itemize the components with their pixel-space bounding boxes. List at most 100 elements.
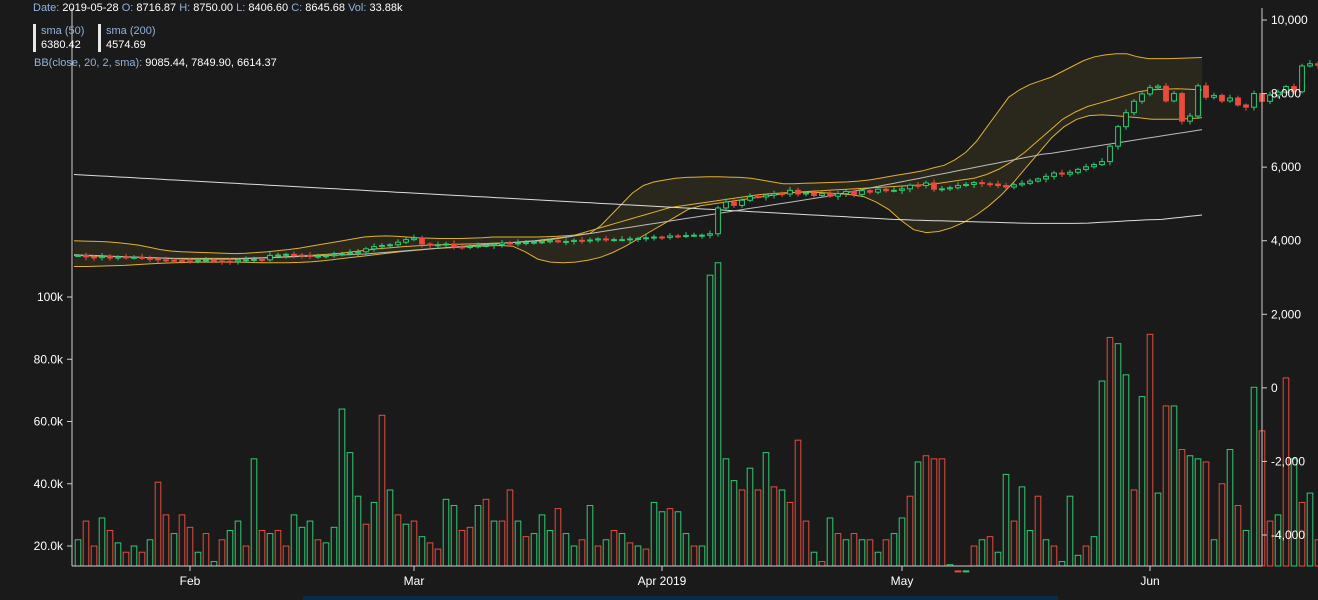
volume-bar xyxy=(450,505,458,567)
volume-bar xyxy=(490,520,498,567)
volume-bar xyxy=(466,526,474,567)
candle-body xyxy=(523,242,529,245)
volume-bar xyxy=(114,542,122,567)
sma200-value: 4574.69 xyxy=(106,39,146,51)
volume-bar xyxy=(530,533,538,567)
candle-body xyxy=(923,182,929,187)
candle-body xyxy=(131,256,137,259)
volume-bar xyxy=(954,570,962,573)
candle-body xyxy=(1163,85,1169,102)
volume-bar xyxy=(194,551,202,567)
price-volume-chart[interactable]: 10,000 8,000 6,000 4,000 2,000 0 -2,000 -4,000 1… xyxy=(0,0,1318,600)
close-value: 8645.68 xyxy=(305,2,346,14)
volume-bar xyxy=(322,542,330,567)
volume-bar xyxy=(1010,520,1018,567)
volume-bar xyxy=(786,501,794,567)
volume-bar xyxy=(234,520,242,567)
candle-body xyxy=(651,236,657,239)
candle-body xyxy=(251,258,257,261)
sma200-name: sma (200) xyxy=(106,25,156,37)
sma50-name: sma (50) xyxy=(41,25,85,37)
volume-bar xyxy=(802,520,810,567)
candle-body xyxy=(155,258,161,261)
candle-body xyxy=(491,243,497,246)
candle-body xyxy=(811,192,817,196)
candle-body xyxy=(675,235,681,238)
candle-body xyxy=(91,256,97,259)
candle-body xyxy=(931,182,937,190)
candle-body xyxy=(531,241,537,244)
right-tick-label: 8,000 xyxy=(1271,87,1301,101)
candle-body xyxy=(147,257,153,260)
candle-body xyxy=(851,190,857,195)
candle-body xyxy=(683,235,689,238)
volume-bar xyxy=(962,570,970,573)
volume-bar xyxy=(1242,529,1250,567)
sma200-legend[interactable]: sma (200) 4574.69 xyxy=(98,24,156,52)
volume-bar xyxy=(218,539,226,567)
candle-body xyxy=(299,254,305,257)
volume-bar xyxy=(882,539,890,567)
candle-body xyxy=(187,260,193,263)
volume-bar xyxy=(570,545,578,567)
low-label: L: xyxy=(236,2,246,14)
candle-body xyxy=(1003,185,1009,188)
volume-bar xyxy=(298,526,306,567)
volume-bar xyxy=(546,529,554,567)
x-tick-label: Jun xyxy=(1140,574,1159,588)
open-label: O: xyxy=(121,2,134,14)
volume-bar xyxy=(842,539,850,567)
candle-body xyxy=(467,246,473,249)
volume-bar xyxy=(1170,405,1178,567)
sma50-value: 6380.42 xyxy=(41,39,81,51)
volume-bar xyxy=(794,439,802,567)
volume-bar xyxy=(642,548,650,567)
candle-body xyxy=(363,248,369,253)
volume-bar xyxy=(1226,449,1234,567)
candle-body xyxy=(499,242,505,245)
candle-body xyxy=(1147,87,1153,95)
right-tick-label: -4,000 xyxy=(1271,528,1305,542)
candle-body xyxy=(883,188,889,192)
date-label: Date: xyxy=(33,2,60,14)
candle-body xyxy=(315,255,321,258)
volume-bar xyxy=(970,545,978,567)
volume-bar xyxy=(1218,483,1226,567)
volume-bar xyxy=(538,514,546,567)
volume-bar xyxy=(1210,539,1218,567)
scroll-strip[interactable] xyxy=(303,596,1058,600)
candle-body xyxy=(427,243,433,246)
candle-body xyxy=(1043,175,1049,180)
bollinger-bands xyxy=(73,53,1203,267)
vol-label: Vol: xyxy=(348,2,367,14)
volume-bar xyxy=(1058,561,1066,567)
candle-body xyxy=(539,241,545,244)
candle-body xyxy=(723,201,729,209)
volume-bar xyxy=(82,520,90,567)
volume-bar xyxy=(578,539,586,567)
candle-body xyxy=(227,260,233,263)
volume-bar xyxy=(986,536,994,567)
candle-body xyxy=(1083,166,1089,170)
volume-bar xyxy=(1082,545,1090,567)
candle-body xyxy=(75,254,81,257)
candle-body xyxy=(891,189,897,192)
volume-bar xyxy=(370,501,378,567)
candle-body xyxy=(99,256,105,259)
volume-bar xyxy=(1178,449,1186,567)
sma50-legend[interactable]: sma (50) 6380.42 xyxy=(33,24,84,52)
candle-body xyxy=(731,201,737,206)
candle-body xyxy=(563,240,569,243)
candle-body xyxy=(827,193,833,197)
candle-body xyxy=(667,235,673,238)
volume-bar xyxy=(210,561,218,567)
volume-bar xyxy=(1162,405,1170,567)
volume-bar xyxy=(314,539,322,567)
bb-legend[interactable]: BB(close, 20, 2, sma): 9085.44, 7849.90,… xyxy=(34,57,277,69)
bb-name: BB(close, 20, 2, sma): xyxy=(34,57,143,69)
right-tick-label: 10,000 xyxy=(1271,13,1308,27)
volume-bar xyxy=(242,545,250,567)
right-tick-label: 2,000 xyxy=(1271,307,1301,321)
candle-body xyxy=(627,238,633,241)
volume-bar xyxy=(594,545,602,567)
